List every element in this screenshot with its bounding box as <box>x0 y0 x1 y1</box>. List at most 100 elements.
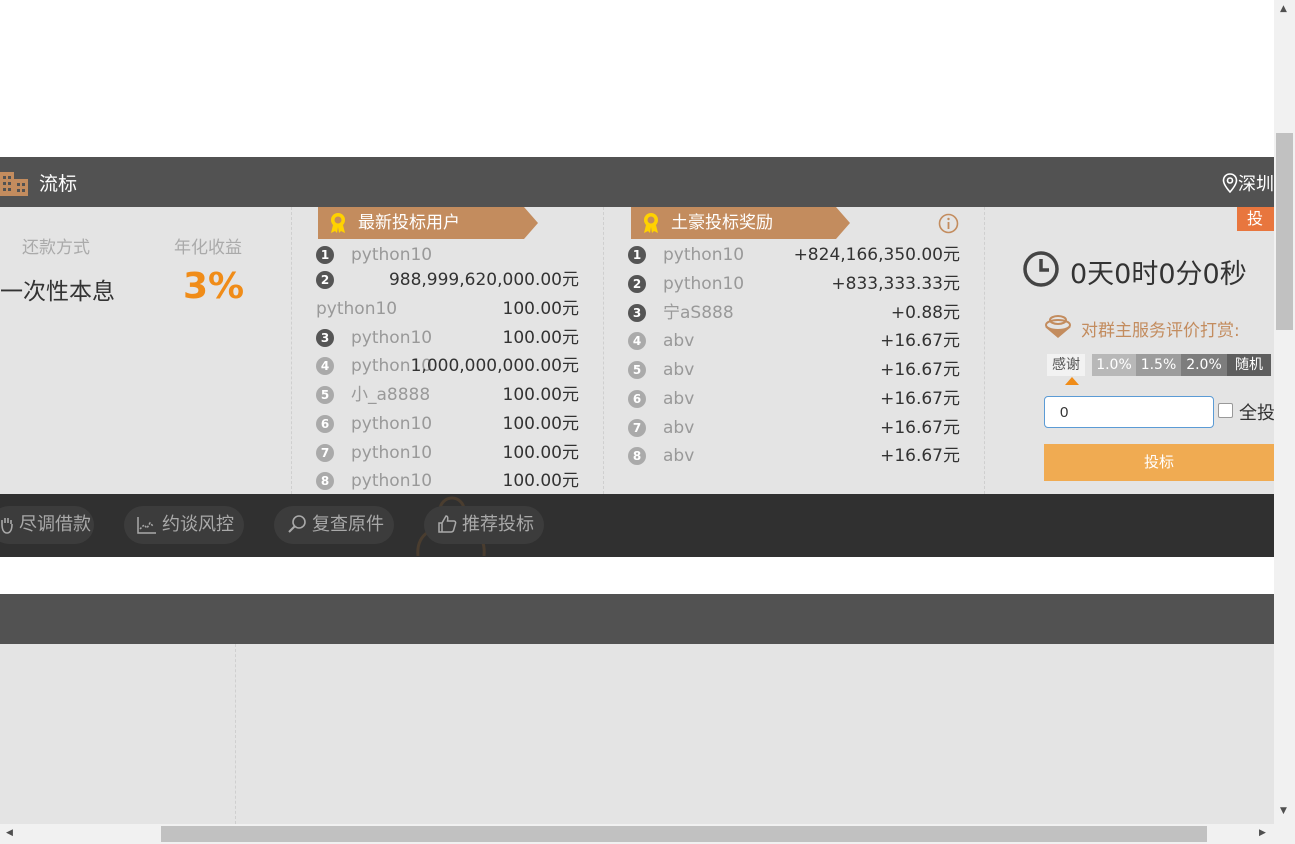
list-item: 6 abv +16.67元 <box>628 387 960 411</box>
user-name: abv <box>663 331 695 351</box>
coin-stack-icon <box>1045 315 1071 338</box>
amount: +16.67元 <box>880 418 960 438</box>
list-item: 7 abv +16.67元 <box>628 416 960 440</box>
user-name: python10 <box>351 471 433 491</box>
amount: +16.67元 <box>880 360 960 380</box>
user-name: abv <box>663 360 695 380</box>
all-in-checkbox[interactable] <box>1218 403 1233 418</box>
list-item: 6 python10 100.00元 <box>316 412 579 436</box>
reward-option-thanks[interactable]: 感谢 <box>1047 354 1085 376</box>
user-name: abv <box>663 446 695 466</box>
user-name: python10 <box>663 245 745 265</box>
vertical-scrollbar-thumb[interactable] <box>1276 133 1293 330</box>
list-item: 7 python10 100.00元 <box>316 441 579 465</box>
rank-badge: 4 <box>316 357 334 375</box>
reward-option-1[interactable]: 1.0% <box>1092 354 1136 376</box>
hand-icon <box>1 518 13 534</box>
user-name: 小_a8888 <box>351 385 431 405</box>
repay-method-value: 一次性本息 <box>0 279 115 305</box>
toolbar-recommend-bid[interactable]: 推荐投标 <box>424 506 544 544</box>
tycoon-reward-title: 土豪投标奖励 <box>671 213 773 233</box>
list-item: 5 abv +16.67元 <box>628 358 960 382</box>
rank-badge: 7 <box>628 419 646 437</box>
reward-option-1-5[interactable]: 1.5% <box>1136 354 1181 376</box>
amount: +824,166,350.00元 <box>793 245 960 265</box>
rank-badge: 1 <box>628 246 646 264</box>
scroll-left-arrow-icon[interactable]: ◀ <box>6 828 13 838</box>
rank-badge: 6 <box>316 415 334 433</box>
loan-header-bar <box>0 157 1274 207</box>
user-name: python10 <box>351 414 433 434</box>
divider <box>291 207 292 494</box>
clock-icon <box>1023 251 1059 287</box>
tycoon-reward-ribbon: 土豪投标奖励 <box>631 207 850 239</box>
location: 深圳 <box>1222 170 1274 196</box>
reward-label: 对群主服务评价打赏: <box>1081 321 1240 341</box>
divider <box>235 644 236 824</box>
scrollbar-corner <box>1274 824 1295 844</box>
bid-button[interactable]: 投标 <box>1044 444 1274 481</box>
list-item: 8 abv +16.67元 <box>628 444 960 468</box>
all-in-label[interactable]: 全投 <box>1239 399 1275 425</box>
rank-badge: 8 <box>628 447 646 465</box>
vertical-scrollbar[interactable] <box>1274 0 1295 824</box>
amount: 100.00元 <box>502 385 579 405</box>
list-item: 1 python10 <box>316 243 579 267</box>
amount: +16.67元 <box>880 389 960 409</box>
rank-badge: 3 <box>628 304 646 322</box>
rank-badge: 5 <box>316 386 334 404</box>
toolbar-due-diligence[interactable]: 尽调借款 <box>0 506 94 544</box>
list-item: 1 python10 +824,166,350.00元 <box>628 243 960 267</box>
rank-badge: 2 <box>316 271 334 289</box>
toolbar-label: 推荐投标 <box>462 514 534 535</box>
latest-bidders-ribbon: 最新投标用户 <box>318 207 538 239</box>
info-icon[interactable] <box>938 213 959 234</box>
amount: 100.00元 <box>502 299 579 319</box>
toolbar-risk-interview[interactable]: 约谈风控 <box>124 506 244 544</box>
user-name: abv <box>663 418 695 438</box>
list-item: 8 python10 100.00元 <box>316 469 579 493</box>
rank-badge: 7 <box>316 444 334 462</box>
list-item: 5 小_a8888 100.00元 <box>316 383 579 407</box>
bid-amount-input[interactable] <box>1044 396 1214 428</box>
scroll-up-arrow-icon[interactable]: ▲ <box>1280 4 1287 14</box>
user-name: python10 <box>316 299 398 319</box>
rank-badge: 5 <box>628 361 646 379</box>
rank-badge: 2 <box>628 275 646 293</box>
section-body <box>0 644 1274 824</box>
annual-rate-label: 年化收益 <box>174 238 242 258</box>
reward-option-2[interactable]: 2.0% <box>1181 354 1227 376</box>
scroll-down-arrow-icon[interactable]: ▼ <box>1280 806 1287 816</box>
list-item: 3 python10 100.00元 <box>316 326 579 350</box>
toolbar-label: 复查原件 <box>312 514 384 535</box>
amount: +0.88元 <box>890 303 960 323</box>
reward-option-random[interactable]: 随机 <box>1227 354 1271 376</box>
section-header-bar <box>0 594 1274 644</box>
latest-bidders-title: 最新投标用户 <box>358 213 460 233</box>
horizontal-scrollbar-thumb[interactable] <box>161 826 1207 842</box>
amount: +16.67元 <box>880 446 960 466</box>
divider <box>603 207 604 494</box>
rank-badge: 4 <box>628 332 646 350</box>
user-name: python10 <box>351 245 433 265</box>
scroll-right-arrow-icon[interactable]: ▶ <box>1259 828 1266 838</box>
rank-badge: 6 <box>628 390 646 408</box>
user-name: python10 <box>351 328 433 348</box>
user-name: abv <box>663 389 695 409</box>
list-item: python10 100.00元 <box>316 297 579 321</box>
location-text: 深圳 <box>1238 174 1274 195</box>
magnifier-icon <box>288 515 306 533</box>
toolbar-check-originals[interactable]: 复查原件 <box>274 506 394 544</box>
list-item: 4 python10 1,000,000,000.00元 <box>316 354 579 378</box>
list-item: 2 988,999,620,000.00元 <box>316 268 579 292</box>
thumbs-up-icon <box>438 515 457 533</box>
user-name: python10 <box>663 274 745 294</box>
amount: 988,999,620,000.00元 <box>388 270 579 290</box>
user-name: python10 <box>351 443 433 463</box>
annual-rate-value: 3% <box>183 266 245 307</box>
amount: 1,000,000,000.00元 <box>410 356 579 376</box>
location-pin-icon <box>1222 173 1238 194</box>
divider <box>984 207 985 494</box>
selected-indicator <box>1065 377 1079 385</box>
medal-icon <box>644 213 658 233</box>
